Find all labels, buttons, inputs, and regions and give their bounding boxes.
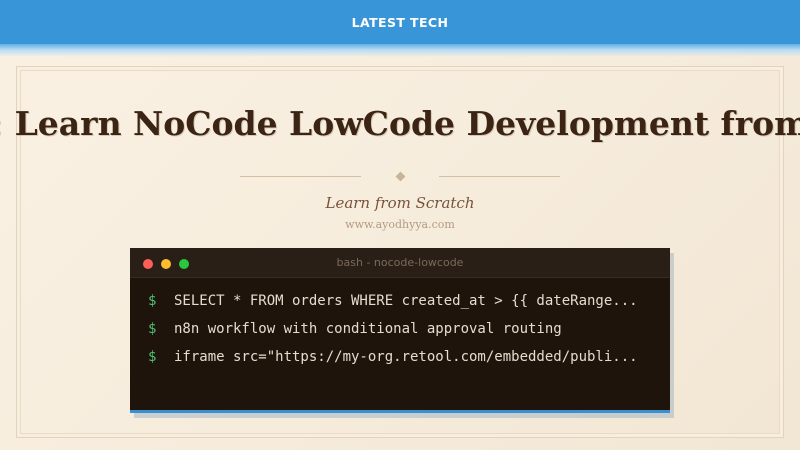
top-bar: LATEST TECH xyxy=(0,0,800,44)
terminal-title: bash - nocode-lowcode xyxy=(336,256,464,269)
top-bar-title[interactable]: LATEST TECH xyxy=(352,15,449,30)
top-bar-gradient xyxy=(0,44,800,57)
article-subtitle: Learn from Scratch xyxy=(325,194,475,212)
terminal-line: $ iframe src="https://my-org.retool.com/e… xyxy=(148,349,663,369)
prompt-symbol: $ xyxy=(148,349,157,365)
ornament-divider xyxy=(240,168,561,184)
divider-diamond-icon xyxy=(395,171,405,181)
prompt-symbol: $ xyxy=(148,293,157,309)
terminal-line: $ n8n workflow with conditional approval … xyxy=(148,321,663,341)
site-url: www.ayodhyya.com xyxy=(345,218,455,231)
article-headline: : Learn NoCode LowCode Development from xyxy=(0,104,800,143)
command-text: n8n workflow with conditional approval r… xyxy=(174,321,562,337)
command-text: SELECT * FROM orders WHERE created_at > … xyxy=(174,293,638,309)
terminal-line: $ SELECT * FROM orders WHERE created_at >… xyxy=(148,293,663,313)
divider-line-left xyxy=(240,175,361,177)
command-text: iframe src="https://my-org.retool.com/em… xyxy=(174,349,638,365)
prompt-symbol: $ xyxy=(148,321,157,337)
headline-container: : Learn NoCode LowCode Development from xyxy=(0,104,800,160)
divider-line-right xyxy=(439,175,561,177)
terminal-titlebar: bash - nocode-lowcode xyxy=(130,248,670,278)
